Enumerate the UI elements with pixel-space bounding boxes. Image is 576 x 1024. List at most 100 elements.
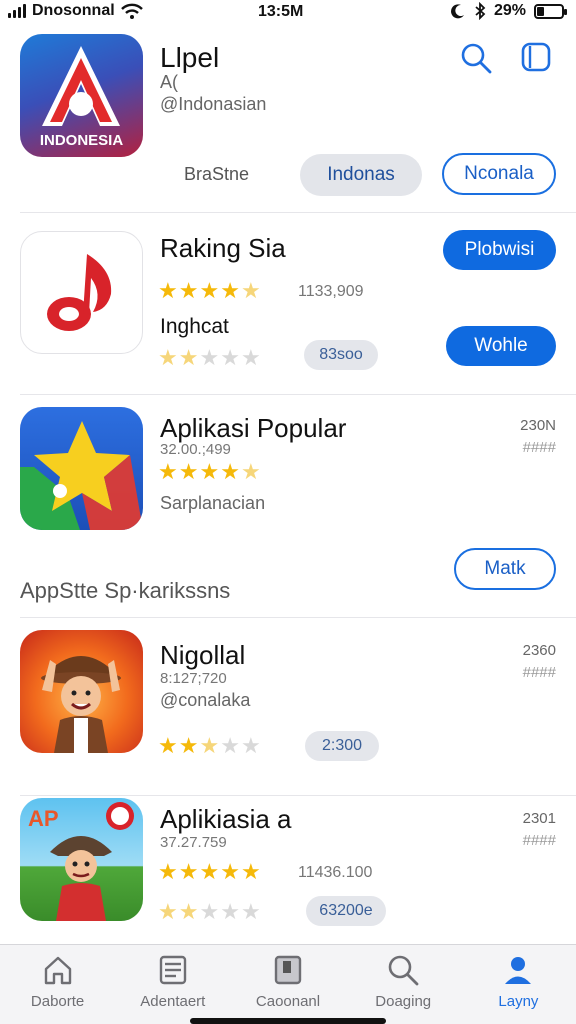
app-subtitle: Inghcat [160,315,229,338]
game-app-icon[interactable]: AP [20,798,143,921]
star-empty: ★ [240,899,261,924]
window-icon[interactable] [520,40,554,74]
app-developer: @conalaka [160,690,251,710]
star-full: ★ [178,459,199,484]
character-app-icon[interactable] [20,630,143,753]
star-full: ★ [199,459,220,484]
meta-top: 230N [520,417,556,434]
search-icon[interactable] [460,42,492,74]
search-icon [388,955,419,986]
price-pill[interactable]: 83soo [304,340,378,370]
icon-label: INDONESIA [39,132,124,149]
section-label: AppStte Sp·karikssns [20,578,231,603]
star-full: ★ [178,899,199,924]
price-pill[interactable]: 63200e [306,896,386,926]
star-empty: ★ [220,899,240,924]
star-full: ★ [199,859,220,884]
app-title: Aplikiasia a [160,804,292,834]
home-indicator[interactable] [190,1018,386,1024]
app-version: 8:127;720 [160,670,227,687]
person-icon [505,957,532,984]
featured-title: Llpel [160,42,220,73]
rating-stars: ★ ★ ★ ★ ★ [158,461,261,483]
status-bar: Dnosonnal 13:5M 29% [0,0,576,26]
star-full: ★ [158,899,178,924]
bluetooth-icon [475,2,486,20]
star-half: ★ [199,733,220,758]
indonesia-app-icon[interactable]: INDONESIA [20,34,143,157]
tab-apps[interactable]: Adentaert [115,945,230,1024]
status-left: Dnosonnal [8,2,143,20]
signal-icon [8,4,26,18]
tab-label: Daborte [30,993,85,1010]
star-app-icon[interactable] [20,407,143,530]
app-category: Sarplanacian [160,493,266,513]
option-label: BraStne [184,164,250,184]
featured-app[interactable]: INDONESIA Llpel A( @Indonasian BraStne I… [0,30,576,212]
star-empty: ★ [220,345,240,370]
battery-icon [534,3,567,19]
wifi-icon [120,3,143,19]
rating-count: 11436.100 [298,864,373,881]
meta-bottom: #### [522,439,556,456]
star-half: ★ [240,459,261,484]
book-icon [274,955,302,985]
star-full: ★ [158,278,178,303]
star-full: ★ [178,278,199,303]
app-title: Aplikasi Popular [160,413,347,443]
character-icon [41,656,121,753]
star-full: ★ [220,278,240,303]
rating-stars: ★ ★ ★ ★ ★ [158,280,261,302]
star-logo-icon [20,421,143,530]
tab-profile[interactable]: Layny [461,945,576,1024]
moon-icon [451,4,464,19]
app-row-raking[interactable]: Raking Sia ★ ★ ★ ★ ★ 1133,909 Inghcat ★ ★ ★ ★ ★ … [0,213,576,394]
open-button[interactable]: Wohle [446,326,556,366]
tab-label: Layny [498,993,539,1010]
meta-top: 2360 [522,642,556,659]
star-full: ★ [178,859,199,884]
apps-icon [159,955,186,985]
clock: 13:5M [258,3,304,20]
rating-stars-secondary: ★ ★ ★ ★ ★ [158,347,261,369]
star-full: ★ [199,278,220,303]
app-meta: 2301 #### [523,808,556,852]
featured-developer: @Indonasian [160,94,267,114]
star-empty: ★ [240,345,261,370]
tab-search[interactable]: Doaging [346,945,461,1024]
game-character-icon: AP [28,802,134,921]
chip-indonas[interactable]: Indonas [300,154,422,196]
carrier-name: Dnosonnal [32,2,115,19]
star-full: ★ [240,859,261,884]
star-full: ★ [158,859,178,884]
tab-label: Adentaert [140,993,206,1010]
get-button[interactable]: Plobwisi [443,230,556,270]
star-full: ★ [158,345,178,370]
tab-label: Doaging [375,993,432,1010]
action-button[interactable]: Matk [454,548,556,590]
app-version: 37.27.759 [160,834,227,851]
rating-stars: ★ ★ ★ ★ ★ [158,861,261,883]
rating-stars-secondary: ★ ★ ★ ★ ★ [158,901,261,923]
price-pill[interactable]: 2:300 [305,731,379,761]
star-full: ★ [178,345,199,370]
tab-book[interactable]: Caoonanl [230,945,345,1024]
home-icon [44,956,71,985]
star-empty: ★ [220,733,240,758]
meta-bottom: #### [522,664,556,681]
star-full: ★ [220,459,240,484]
tab-home[interactable]: Daborte [0,945,115,1024]
star-half: ★ [240,278,261,303]
battery-percent: 29% [493,2,526,19]
tab-label: Caoonanl [255,993,321,1010]
star-empty: ★ [240,733,261,758]
chip-nconala[interactable]: Nconala [442,153,556,195]
app-title: Nigollal [160,640,246,670]
app-version: 32.00.;499 [160,441,231,458]
app-row-nigollal[interactable]: Nigollal 8:127;720 @conalaka ★ ★ ★ ★ ★ 2:300… [0,618,576,795]
star-empty: ★ [199,899,220,924]
star-full: ★ [220,859,240,884]
featured-line2: A( [160,72,178,92]
music-note-app-icon[interactable] [20,231,143,354]
app-row-aplikiasia[interactable]: AP Aplikiasia a 37.27.759 ★ ★ ★ ★ ★ 11436.10… [0,796,576,944]
